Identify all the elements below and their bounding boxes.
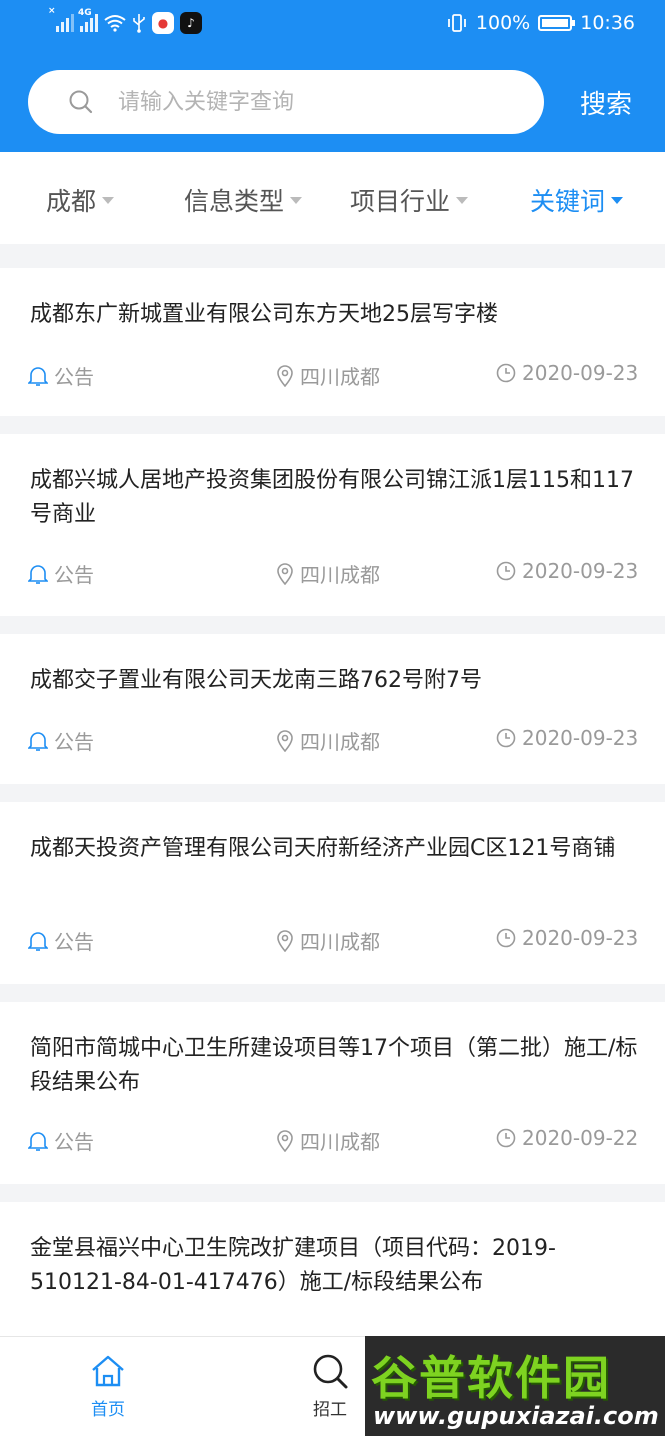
item-date: 2020-09-23 [496, 559, 638, 583]
item-title: 成都东广新城置业有限公司东方天地25层写字楼 [30, 302, 498, 327]
clock-icon [496, 363, 516, 383]
item-type: 公告 [28, 726, 94, 755]
clock-icon [496, 928, 516, 948]
item-location-label: 四川成都 [300, 930, 380, 954]
wifi-icon [104, 15, 126, 32]
item-date-label: 2020-09-23 [522, 726, 639, 750]
search-icon [68, 89, 94, 115]
filter-label: 关键词 [530, 187, 606, 216]
item-type: 公告 [28, 559, 94, 588]
item-title: 成都天投资产管理有限公司天府新经济产业园C区121号商铺 [30, 836, 616, 861]
caret-down-icon [102, 196, 115, 204]
item-title: 金堂县福兴中心卫生院改扩建项目（项目代码：2019-510121-84-01-4… [30, 1236, 556, 1295]
signal-icon: × [48, 6, 74, 32]
item-date: 2020-09-23 [496, 361, 638, 385]
watermark-url: www.gupuxiazai.com [373, 1402, 659, 1430]
usb-icon [133, 14, 145, 33]
item-location: 四川成都 [276, 361, 380, 390]
filter-city[interactable]: 成都 [46, 182, 115, 218]
vibrate-icon [448, 14, 466, 32]
location-pin-icon [277, 729, 293, 752]
bell-icon [28, 931, 48, 951]
item-title: 成都交子置业有限公司天龙南三路762号附7号 [30, 668, 482, 693]
search-box[interactable] [28, 70, 544, 134]
bell-icon [28, 564, 48, 584]
item-location: 四川成都 [276, 1126, 380, 1155]
home-icon [92, 1355, 124, 1387]
caret-down-icon [611, 196, 624, 204]
caret-down-icon [456, 196, 469, 204]
tab-label: 招工 [313, 1400, 347, 1420]
list-item[interactable]: 成都兴城人居地产投资集团股份有限公司锦江派1层115和117号商业 公告 四川成… [0, 434, 665, 616]
filter-label: 项目行业 [350, 187, 451, 216]
item-location: 四川成都 [276, 726, 380, 755]
tiktok-icon: ♪ [180, 12, 202, 34]
item-location-label: 四川成都 [300, 1130, 380, 1154]
list-item[interactable]: 简阳市简城中心卫生所建设项目等17个项目（第二批）施工/标段结果公布 公告 四川… [0, 1002, 665, 1184]
filter-keyword[interactable]: 关键词 [530, 182, 624, 218]
item-title: 简阳市简城中心卫生所建设项目等17个项目（第二批）施工/标段结果公布 [30, 1036, 638, 1095]
tab-home[interactable]: 首页 [88, 1351, 128, 1420]
battery-icon [538, 15, 576, 31]
item-date-label: 2020-09-23 [522, 926, 639, 950]
item-location-label: 四川成都 [300, 730, 380, 754]
list-item[interactable]: 成都东广新城置业有限公司东方天地25层写字楼 公告 四川成都 2020-09-2… [0, 268, 665, 416]
item-title: 成都兴城人居地产投资集团股份有限公司锦江派1层115和117号商业 [30, 468, 634, 527]
app-header: × 4G ● ♪ 100% 10:36 搜索 [0, 0, 665, 152]
list-item[interactable]: 成都天投资产管理有限公司天府新经济产业园C区121号商铺 公告 四川成都 202… [0, 802, 665, 984]
tab-recruit[interactable]: 招工 [310, 1351, 350, 1420]
location-pin-icon [277, 1129, 293, 1152]
item-location-label: 四川成都 [300, 563, 380, 587]
item-type: 公告 [28, 361, 94, 390]
watermark-logo: 谷普软件园 [371, 1351, 611, 1405]
bell-icon [28, 366, 48, 386]
item-date-label: 2020-09-23 [522, 361, 639, 385]
item-type-label: 公告 [54, 365, 94, 389]
clock-icon [496, 1128, 516, 1148]
clock: 10:36 [580, 12, 635, 34]
signal-4g-icon: 4G [78, 8, 98, 32]
battery-percent: 100% [475, 12, 531, 34]
item-type-label: 公告 [54, 730, 94, 754]
filter-label: 成都 [46, 187, 97, 216]
tab-label: 首页 [91, 1400, 125, 1420]
location-pin-icon [277, 929, 293, 952]
item-type-label: 公告 [54, 1130, 94, 1154]
filter-industry[interactable]: 项目行业 [350, 182, 469, 218]
search-button[interactable]: 搜索 [580, 84, 632, 121]
filter-bar: 成都 信息类型 项目行业 关键词 [0, 152, 665, 244]
location-pin-icon [277, 562, 293, 585]
item-location: 四川成都 [276, 926, 380, 955]
watermark: 谷普软件园 www.gupuxiazai.com [365, 1336, 665, 1436]
app-notification-icon: ● [152, 12, 174, 34]
item-location-label: 四川成都 [300, 365, 380, 389]
item-date: 2020-09-22 [496, 1126, 638, 1150]
filter-info-type[interactable]: 信息类型 [184, 182, 303, 218]
clock-icon [496, 561, 516, 581]
bell-icon [28, 1131, 48, 1151]
status-bar: × 4G ● ♪ 100% 10:36 [0, 0, 665, 52]
clock-icon [496, 728, 516, 748]
item-location: 四川成都 [276, 559, 380, 588]
item-type-label: 公告 [54, 930, 94, 954]
location-pin-icon [277, 364, 293, 387]
caret-down-icon [290, 196, 303, 204]
list-item[interactable]: 成都交子置业有限公司天龙南三路762号附7号 公告 四川成都 2020-09-2… [0, 634, 665, 784]
item-type: 公告 [28, 1126, 94, 1155]
item-date: 2020-09-23 [496, 726, 638, 750]
search-input[interactable] [118, 89, 498, 115]
item-date: 2020-09-23 [496, 926, 638, 950]
item-type-label: 公告 [54, 563, 94, 587]
item-date-label: 2020-09-22 [522, 1126, 639, 1150]
bell-icon [28, 731, 48, 751]
search-icon [313, 1354, 348, 1389]
item-date-label: 2020-09-23 [522, 559, 639, 583]
list-item[interactable]: 金堂县福兴中心卫生院改扩建项目（项目代码：2019-510121-84-01-4… [0, 1202, 665, 1336]
item-type: 公告 [28, 926, 94, 955]
filter-label: 信息类型 [184, 187, 285, 216]
